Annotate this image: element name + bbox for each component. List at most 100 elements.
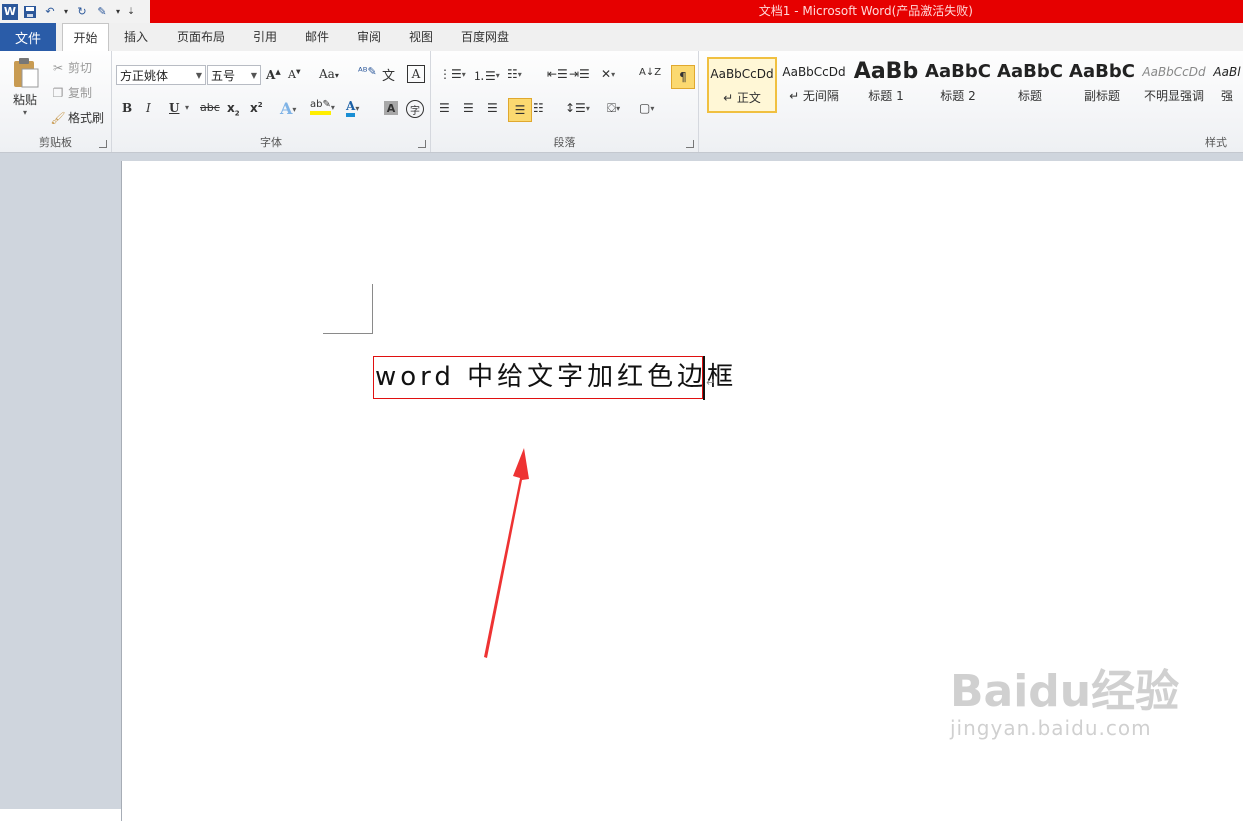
style-name: ↵ 无间隔 xyxy=(789,89,839,103)
tab-view[interactable]: 视图 xyxy=(409,23,433,51)
underline-icon: U xyxy=(169,101,180,115)
chinese-layout-button[interactable]: ✕ ▾ xyxy=(601,67,615,81)
font-color-button[interactable]: A ▾ xyxy=(346,99,359,117)
styles-group: AaBbCcDd ↵ 正文 AaBbCcDd ↵ 无间隔 AaBb 标题 1 A… xyxy=(699,51,1243,152)
style-strong[interactable]: AaBl 强 xyxy=(1211,57,1243,113)
cut-button[interactable]: ✂ 剪切 xyxy=(50,59,92,76)
bordered-text[interactable]: word 中给文字加红色边框 xyxy=(373,356,733,399)
decrease-indent-icon: ⇤☰ xyxy=(547,67,568,81)
style-preview: AaBb xyxy=(853,59,919,84)
shrink-font-button[interactable]: A▼ xyxy=(288,68,301,81)
align-right-button[interactable]: ☰ xyxy=(487,101,498,115)
borders-button[interactable]: ▢ ▾ xyxy=(639,101,654,115)
line-spacing-button[interactable]: ↕☰ ▾ xyxy=(565,101,590,115)
chinese-layout-icon: ✕ xyxy=(601,67,612,81)
align-center-icon: ☰ xyxy=(463,101,474,115)
style-preview: AaBbC xyxy=(925,61,991,82)
tab-insert[interactable]: 插入 xyxy=(124,23,148,51)
sort-button[interactable]: A↓Z xyxy=(639,67,661,78)
clipboard-group: 粘贴 ▾ ✂ 剪切 ❐ 复制 🖌 格式刷 剪贴板 xyxy=(0,51,112,152)
underline-dropdown-icon[interactable]: ▾ xyxy=(185,103,189,112)
pilcrow-icon: ¶ xyxy=(679,70,687,84)
superscript-button[interactable]: x2 xyxy=(250,101,263,115)
font-group: 方正姚体 ▼ 五号 ▼ A▲ A▼ Aa▾ ᴬᴮ✎ 文 A B I U ▾ ab… xyxy=(112,51,431,152)
text-effects-button[interactable]: A ▾ xyxy=(280,99,296,118)
change-case-button[interactable]: Aa▾ xyxy=(319,67,339,81)
character-shading-button[interactable]: A xyxy=(384,101,398,115)
style-heading-2[interactable]: AaBbC 标题 2 xyxy=(923,57,993,113)
tab-file[interactable]: 文件 xyxy=(0,23,56,51)
justify-button[interactable]: ☰ xyxy=(508,98,532,122)
shading-button[interactable]: ⛋ ▾ xyxy=(607,101,620,116)
paragraph-group-label: 段落 xyxy=(553,136,576,149)
margin-corner-mark xyxy=(323,333,373,334)
font-family-value: 方正姚体 xyxy=(120,69,169,83)
style-subtle-emphasis[interactable]: AaBbCcDd 不明显强调 xyxy=(1139,57,1209,113)
clear-format-icon: ᴬᴮ✎ xyxy=(358,65,377,78)
enclose-characters-icon: 字 xyxy=(410,105,420,117)
font-size-select[interactable]: 五号 ▼ xyxy=(207,65,261,85)
underline-button[interactable]: U xyxy=(169,101,179,115)
style-name: 标题 2 xyxy=(940,89,976,103)
grow-font-icon: A▲ xyxy=(266,67,281,82)
style-heading-1[interactable]: AaBb 标题 1 xyxy=(851,57,921,113)
bullets-button[interactable]: ⋮☰ ▾ xyxy=(439,67,466,81)
character-border-button[interactable]: A xyxy=(407,65,425,83)
copy-button[interactable]: ❐ 复制 xyxy=(50,84,92,101)
highlight-button[interactable]: ab✎ ▾ xyxy=(310,99,335,115)
distributed-button[interactable]: ☷ xyxy=(533,101,544,115)
title-bar: W ↶ ▾ ↻ ✎ ▾ ⇣ 文档1 - Microsoft Word(产品激活失… xyxy=(0,0,1243,23)
copy-label: 复制 xyxy=(68,86,93,100)
strikethrough-icon: abc xyxy=(200,101,220,114)
format-painter-button[interactable]: 🖌 格式刷 xyxy=(50,109,104,126)
italic-icon: I xyxy=(146,101,151,115)
align-left-button[interactable]: ☰ xyxy=(439,101,450,115)
tab-home[interactable]: 开始 xyxy=(62,23,109,53)
font-dialog-launcher-icon[interactable] xyxy=(418,140,426,148)
tab-references[interactable]: 引用 xyxy=(253,23,277,51)
borders-icon: ▢ xyxy=(639,101,651,115)
decrease-indent-button[interactable]: ⇤☰ xyxy=(547,67,568,81)
text-effects-icon: A xyxy=(280,99,293,118)
superscript-icon: x2 xyxy=(250,101,263,115)
style-name: ↵ 正文 xyxy=(723,91,761,105)
baidu-watermark: Baidu经验 jingyan.baidu.com xyxy=(950,668,1179,741)
numbering-button[interactable]: ⒈☰ ▾ xyxy=(473,67,500,84)
tab-page-layout[interactable]: 页面布局 xyxy=(177,23,225,51)
font-family-select[interactable]: 方正姚体 ▼ xyxy=(116,65,206,85)
tab-baidu-netdisk[interactable]: 百度网盘 xyxy=(461,23,509,51)
enclose-characters-button[interactable]: 字 xyxy=(406,100,424,118)
grow-font-button[interactable]: A▲ xyxy=(266,67,281,82)
style-name: 不明显强调 xyxy=(1143,89,1204,103)
show-marks-button[interactable]: ¶ xyxy=(671,65,695,89)
style-subtitle[interactable]: AaBbC 副标题 xyxy=(1067,57,1137,113)
subscript-button[interactable]: x2 xyxy=(227,101,240,117)
paste-button[interactable]: 粘贴 ▾ xyxy=(8,57,42,127)
style-title[interactable]: AaBbC 标题 xyxy=(995,57,1065,113)
strikethrough-button[interactable]: abc xyxy=(200,101,220,114)
style-preview: AaBbCcDd xyxy=(710,67,774,81)
clear-format-button[interactable]: ᴬᴮ✎ xyxy=(358,65,377,78)
align-right-icon: ☰ xyxy=(487,101,498,115)
highlighter-icon: ab✎ xyxy=(310,99,331,115)
multilevel-list-button[interactable]: ☷ ▾ xyxy=(507,67,522,81)
phonetic-guide-button[interactable]: 文 xyxy=(382,65,395,84)
align-center-button[interactable]: ☰ xyxy=(463,101,474,115)
sort-icon: A↓Z xyxy=(639,67,662,78)
italic-button[interactable]: I xyxy=(146,101,151,115)
numbering-icon: ⒈☰ xyxy=(473,69,496,83)
increase-indent-button[interactable]: ⇥☰ xyxy=(569,67,590,81)
paste-dropdown-icon: ▾ xyxy=(22,108,27,117)
bold-button[interactable]: B xyxy=(122,101,132,115)
style-no-spacing[interactable]: AaBbCcDd ↵ 无间隔 xyxy=(779,57,849,113)
style-normal[interactable]: AaBbCcDd ↵ 正文 xyxy=(707,57,777,113)
tab-mailings[interactable]: 邮件 xyxy=(305,23,329,51)
style-preview: AaBbC xyxy=(1069,61,1135,82)
style-preview: AaBbCcDd xyxy=(782,65,846,79)
clipboard-dialog-launcher-icon[interactable] xyxy=(99,140,107,148)
paragraph-dialog-launcher-icon[interactable] xyxy=(686,140,694,148)
tab-review[interactable]: 审阅 xyxy=(357,23,381,51)
paint-bucket-icon: ⛋ xyxy=(607,101,617,115)
line-spacing-icon: ↕☰ xyxy=(565,101,586,115)
justify-icon: ☰ xyxy=(514,103,526,117)
